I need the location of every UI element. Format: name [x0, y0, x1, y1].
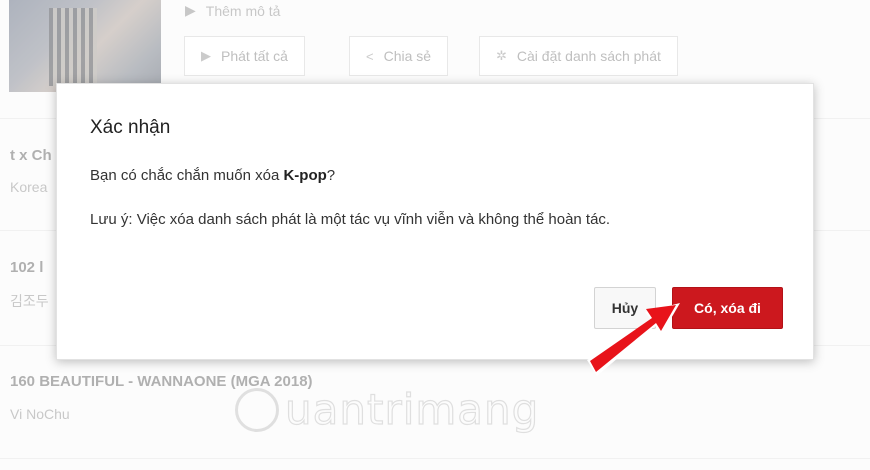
question-prefix: Bạn có chắc chắn muốn xóa: [90, 167, 284, 184]
cancel-button[interactable]: Hủy: [594, 287, 656, 329]
dialog-note: Lưu ý: Việc xóa danh sách phát là một tá…: [90, 211, 611, 228]
confirm-delete-dialog: Xác nhận Bạn có chắc chắn muốn xóa K-pop…: [56, 83, 814, 360]
screen: ▶ Thêm mô tả ▶ Phát tất cả < Chia sẻ ✲ C…: [0, 0, 870, 470]
playlist-name: K-pop: [283, 167, 327, 184]
dialog-question: Bạn có chắc chắn muốn xóa K-pop?: [90, 167, 335, 184]
question-suffix: ?: [326, 167, 336, 184]
watermark-circle-icon: [235, 387, 279, 432]
watermark-logo: uantrimang: [235, 384, 540, 435]
dialog-title: Xác nhận: [90, 117, 171, 138]
confirm-delete-button[interactable]: Có, xóa đi: [672, 287, 783, 329]
watermark-text: uantrimang: [284, 384, 540, 434]
